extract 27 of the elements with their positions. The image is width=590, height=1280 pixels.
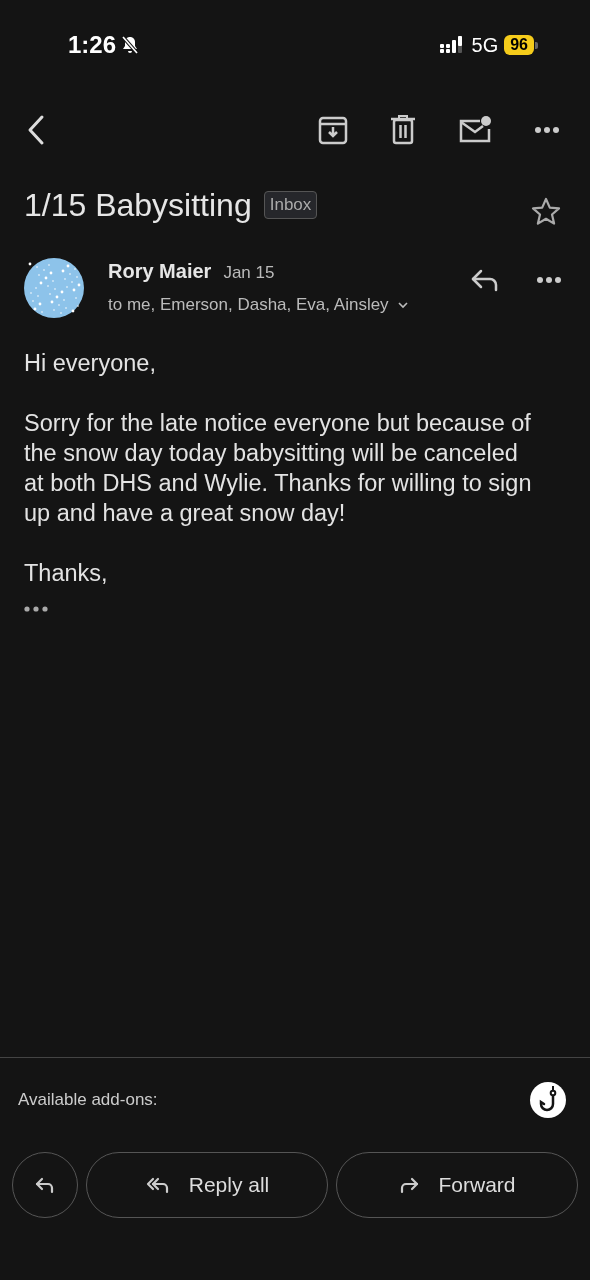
body-paragraph: Hi everyone, bbox=[24, 349, 157, 378]
delete-icon[interactable] bbox=[390, 115, 416, 145]
body-paragraph: Thanks, bbox=[24, 559, 109, 588]
body-paragraph: Sorry for the late notice everyone but because of the snow day today babysitting will be canceled at both DHS and Wylie. Thanks for willing to sign up and have a great snow day! bbox=[24, 409, 533, 528]
addons-label: Available add-ons: bbox=[18, 1090, 158, 1110]
sender-name: Rory Maier bbox=[108, 260, 212, 283]
forward-icon bbox=[398, 1176, 421, 1194]
network-label: 5G bbox=[471, 33, 499, 57]
archive-icon[interactable] bbox=[318, 115, 348, 145]
back-icon[interactable] bbox=[26, 114, 46, 146]
inbox-label[interactable]: Inbox bbox=[263, 191, 318, 219]
star-icon[interactable] bbox=[530, 196, 562, 228]
reply-icon[interactable] bbox=[470, 268, 500, 292]
email-date: Jan 15 bbox=[223, 263, 275, 283]
mark-unread-icon[interactable] bbox=[458, 115, 492, 145]
more-icon[interactable] bbox=[536, 276, 562, 284]
reply-icon bbox=[34, 1176, 56, 1194]
status-time: 1:26 bbox=[68, 31, 117, 59]
email-subject: 1/15 Babysitting bbox=[24, 186, 252, 224]
battery-level: 96 bbox=[504, 35, 534, 55]
more-icon[interactable] bbox=[534, 126, 560, 134]
show-trimmed-icon[interactable] bbox=[24, 606, 48, 612]
hook-icon[interactable] bbox=[530, 1082, 566, 1118]
reply-all-icon bbox=[144, 1176, 171, 1194]
chevron-down-icon[interactable] bbox=[396, 301, 409, 309]
muted-bell-icon bbox=[120, 35, 141, 55]
recipients[interactable]: to me, Emerson, Dasha, Eva, Ainsley bbox=[108, 295, 389, 315]
